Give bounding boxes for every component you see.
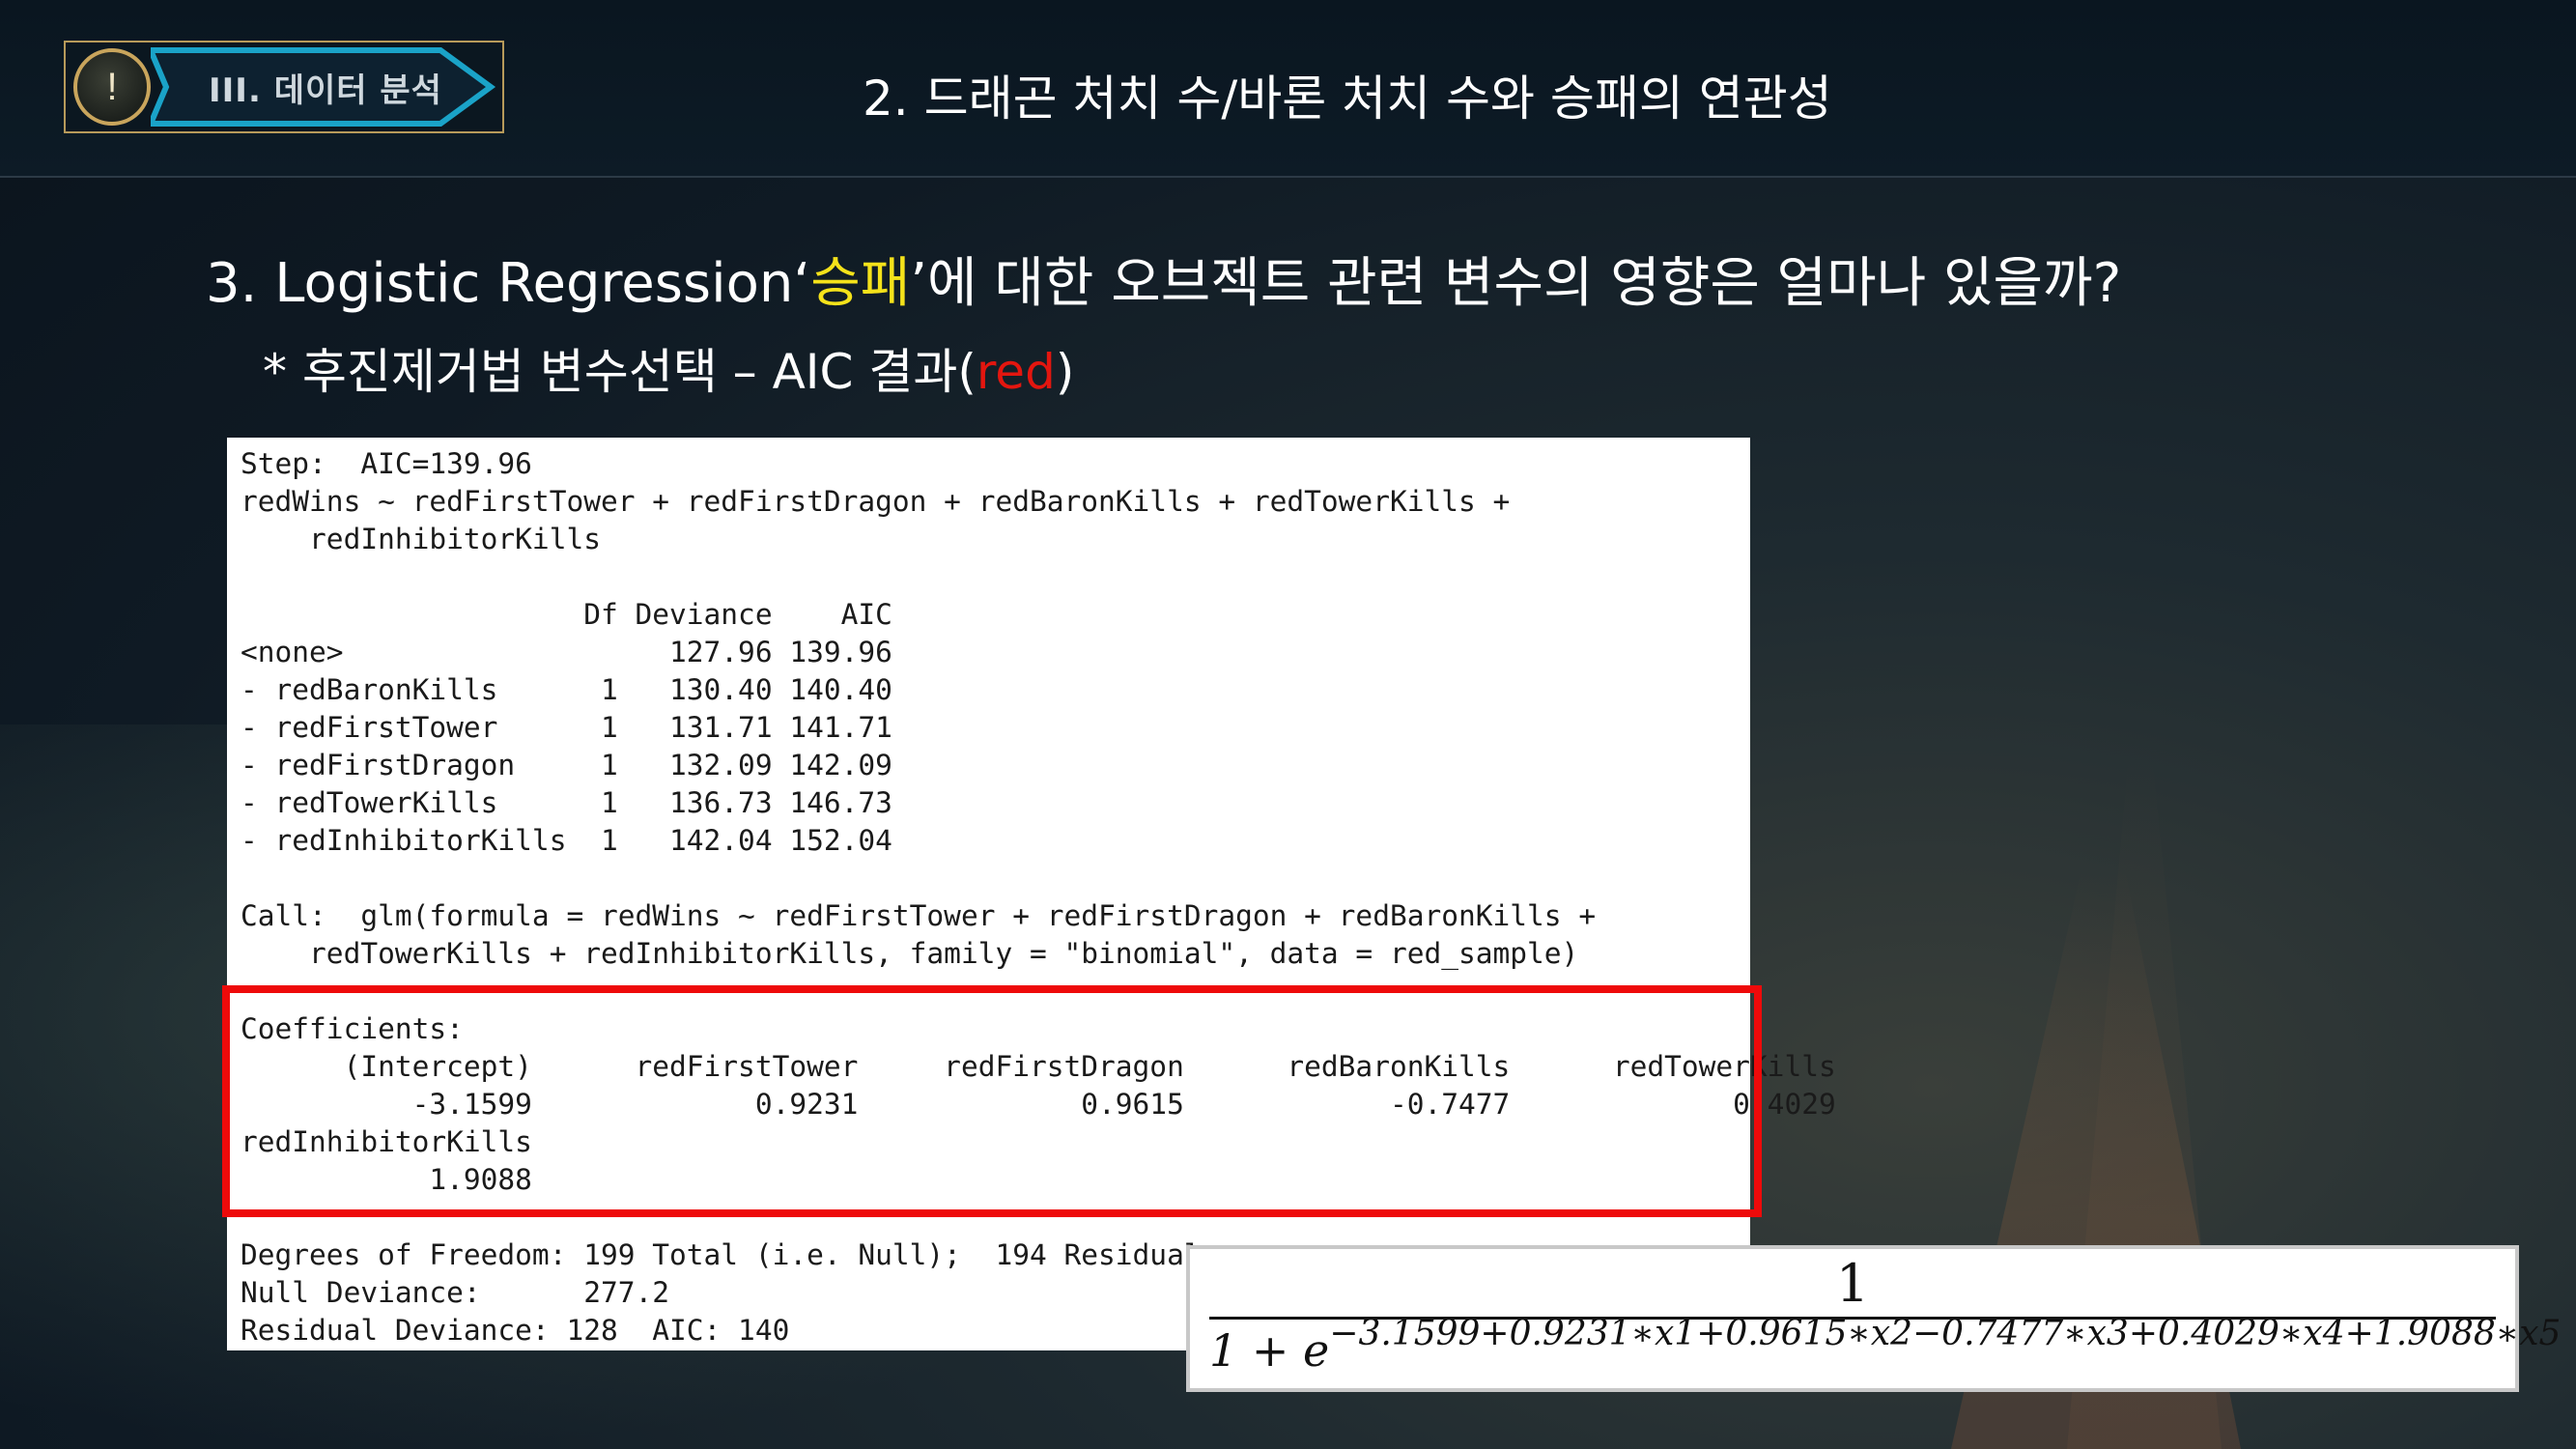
heading-suffix: ’에 대한 오브젝트 관련 변수의 영향은 얼마나 있을까? <box>910 252 2122 315</box>
heading-highlight: 승패 <box>810 252 911 315</box>
formula-numerator: 1 <box>1835 1253 1870 1314</box>
exclamation-icon: ! <box>73 48 151 126</box>
formula-denominator: 1 + e−3.1599+0.9231∗x1+0.9615∗x2−0.7477∗… <box>1209 1314 2561 1377</box>
coefficients-highlight-box <box>222 985 1762 1217</box>
exclamation-glyph: ! <box>106 65 118 108</box>
subheading-prefix: * 후진제거법 변수선택 – AIC 결과( <box>263 344 977 400</box>
sub-heading: * 후진제거법 변수선택 – AIC 결과(red) <box>263 333 1074 403</box>
formula-base: 1 + e <box>1209 1324 1330 1377</box>
main-heading: 3. Logistic Regression‘승패’에 대한 오브젝트 관련 변… <box>206 240 2121 318</box>
section-label: III. 데이터 분석 <box>209 71 442 110</box>
logistic-formula: 1 1 + e−3.1599+0.9231∗x1+0.9615∗x2−0.747… <box>1186 1245 2561 1392</box>
heading-prefix: 3. Logistic Regression‘ <box>206 252 811 315</box>
slide-header: ! III. 데이터 분석 2. 드래곤 처치 수/바론 처치 수와 승패의 연… <box>0 0 2576 178</box>
slide-title: 2. 드래곤 처치 수/바론 처치 수와 승패의 연관성 <box>863 71 1832 127</box>
subheading-suffix: ) <box>1055 344 1075 400</box>
formula-exponent: −3.1599+0.9231∗x1+0.9615∗x2−0.7477∗x3+0.… <box>1329 1314 2562 1353</box>
section-badge: ! III. 데이터 분석 <box>64 41 504 133</box>
subheading-highlight: red <box>976 344 1056 400</box>
